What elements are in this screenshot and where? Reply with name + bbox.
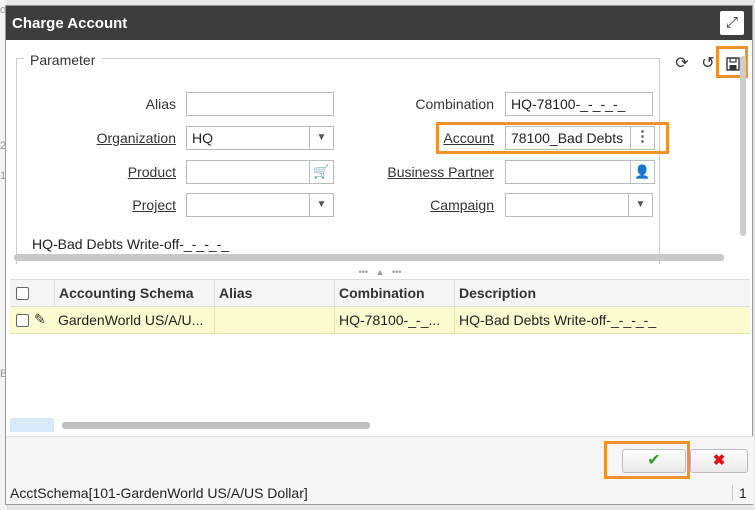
edit-icon[interactable]: ✎ [34, 311, 46, 328]
account-highlight [436, 122, 669, 154]
organization-field[interactable]: HQ [186, 126, 310, 150]
parameter-horizontal-scrollbar[interactable] [14, 254, 724, 261]
alias-cell [214, 307, 334, 334]
dialog-footer: ✔ ✖ AcctSchema[101-GardenWorld US/A/US D… [6, 436, 754, 504]
product-search-button[interactable]: 🛒 [310, 160, 334, 184]
product-field[interactable] [186, 160, 310, 184]
splitter-handle-icon: ••• ▲ ••• [358, 267, 402, 277]
maximize-button[interactable]: ⤢ [720, 11, 744, 35]
panel-splitter[interactable]: ••• ▲ ••• [6, 267, 754, 277]
user-icon: 👤 [634, 164, 651, 179]
row-checkbox[interactable] [16, 314, 29, 327]
dialog-titlebar: Charge Account ⤢ [6, 6, 752, 40]
alias-field[interactable] [186, 92, 334, 116]
combination-cell: HQ-78100-_-_... [334, 307, 454, 334]
cart-icon: 🛒 [313, 164, 330, 179]
close-icon: ✖ [712, 452, 726, 469]
business-partner-search-button[interactable]: 👤 [631, 160, 655, 184]
organization-label[interactable]: Organization [70, 130, 176, 146]
project-field[interactable] [186, 193, 310, 217]
cancel-button[interactable]: ✖ [690, 449, 748, 473]
column-header[interactable]: Combination [334, 280, 454, 307]
chevron-down-icon: ▼ [635, 199, 646, 210]
record-count: 1 [732, 485, 747, 501]
campaign-field[interactable] [505, 193, 629, 217]
grid-horizontal-scrollbar[interactable] [62, 422, 370, 429]
business-partner-field[interactable] [505, 160, 631, 184]
check-icon: ✔ [647, 452, 661, 469]
account-grid: Accounting Schema Alias Combination Desc… [10, 279, 750, 434]
parameter-vertical-scrollbar[interactable] [740, 56, 746, 236]
charge-account-dialog: Charge Account ⤢ Parameter ⟳ ↺ Alias Com… [5, 5, 754, 505]
grid-header: Accounting Schema Alias Combination Desc… [10, 280, 750, 307]
chevron-down-icon: ▼ [316, 199, 327, 210]
organization-dropdown-button[interactable]: ▼ [310, 126, 334, 150]
parameter-panel: Parameter ⟳ ↺ Alias Combination HQ-78100… [10, 46, 750, 264]
grid-footer-selection [10, 418, 54, 432]
combination-summary: HQ-Bad Debts Write-off-_-_-_-_ [32, 236, 230, 252]
refresh-icon[interactable]: ⟳ [672, 54, 692, 74]
campaign-label[interactable]: Campaign [390, 197, 494, 213]
column-header[interactable]: Description [454, 280, 750, 307]
select-all-checkbox[interactable] [16, 287, 29, 300]
ok-button[interactable]: ✔ [622, 449, 686, 473]
project-label[interactable]: Project [90, 197, 176, 213]
business-partner-label[interactable]: Business Partner [350, 164, 494, 180]
undo-icon[interactable]: ↺ [698, 54, 718, 74]
parameter-legend: Parameter [24, 52, 102, 68]
combination-field[interactable]: HQ-78100-_-_-_-_ [505, 92, 653, 116]
product-label[interactable]: Product [90, 164, 176, 180]
accounting-schema-cell: GardenWorld US/A/U... [58, 312, 204, 328]
column-header[interactable]: Alias [214, 280, 334, 307]
expand-icon: ⤢ [725, 14, 738, 31]
status-text: AcctSchema[101-GardenWorld US/A/US Dolla… [10, 485, 308, 501]
dialog-title: Charge Account [12, 15, 128, 32]
chevron-down-icon: ▼ [316, 132, 327, 143]
project-dropdown-button[interactable]: ▼ [310, 193, 334, 217]
table-row[interactable]: ✎ GardenWorld US/A/U... HQ-78100-_-_... … [10, 307, 750, 334]
alias-label: Alias [145, 96, 176, 112]
campaign-dropdown-button[interactable]: ▼ [629, 193, 653, 217]
combination-label: Combination [415, 96, 494, 112]
column-header[interactable]: Accounting Schema [54, 280, 214, 307]
description-cell: HQ-Bad Debts Write-off-_-_-_-_ [454, 307, 750, 334]
